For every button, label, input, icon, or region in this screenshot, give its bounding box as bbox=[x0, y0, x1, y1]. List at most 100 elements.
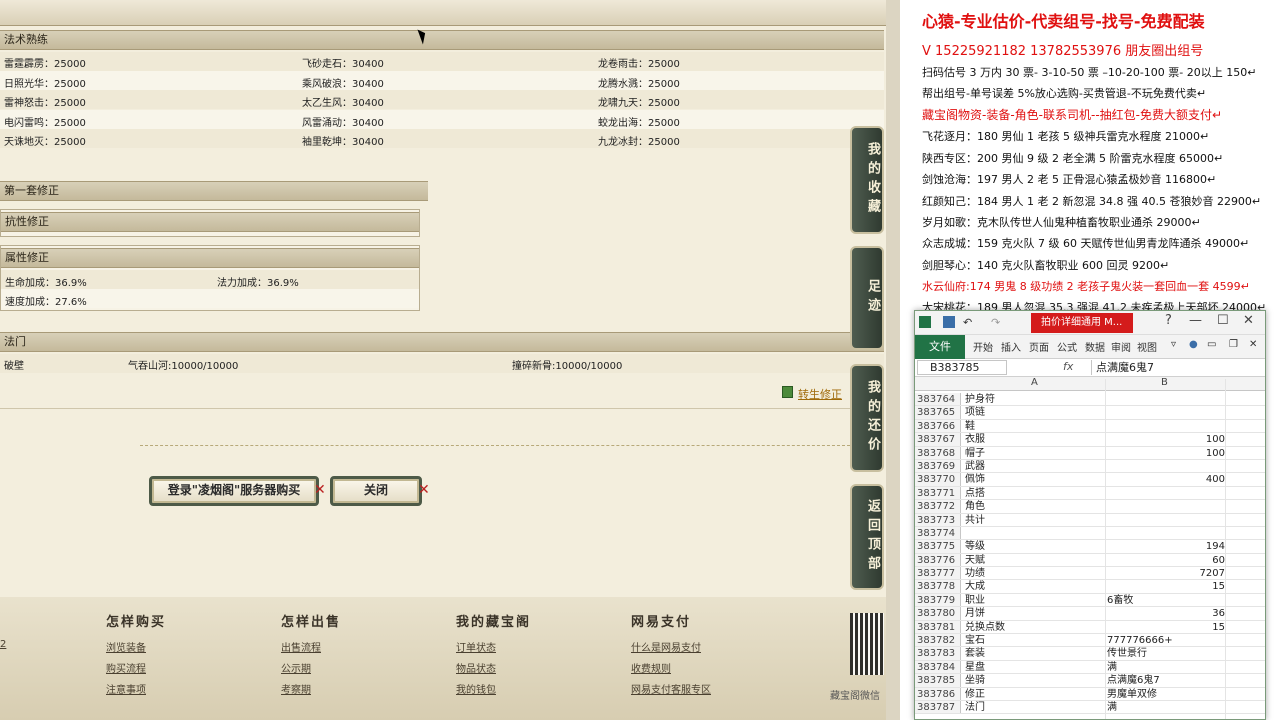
cell-a[interactable]: 鞋 bbox=[965, 420, 1105, 433]
row-number[interactable]: 383778 bbox=[915, 580, 961, 593]
ribbon-minimize-icon[interactable]: ▭ bbox=[1207, 339, 1216, 350]
row-number[interactable]: 383770 bbox=[915, 473, 961, 486]
cell-a[interactable]: 星盘 bbox=[965, 661, 1105, 674]
cell-a[interactable]: 护身符 bbox=[965, 393, 1105, 406]
close-button[interactable]: 关闭 bbox=[330, 476, 422, 506]
footer-link[interactable]: 收费规则 bbox=[631, 660, 671, 675]
cell-a[interactable]: 功绩 bbox=[965, 567, 1105, 580]
row-number[interactable]: 383777 bbox=[915, 567, 961, 580]
cell-b[interactable]: 满 bbox=[1107, 661, 1225, 674]
row-number[interactable]: 383768 bbox=[915, 446, 961, 459]
cell-b[interactable]: 100 bbox=[1107, 447, 1225, 460]
footer-link[interactable]: 考察期 bbox=[281, 681, 311, 696]
row-number[interactable]: 383775 bbox=[915, 540, 961, 553]
row-number[interactable]: 383782 bbox=[915, 634, 961, 647]
cell-a[interactable]: 等级 bbox=[965, 540, 1105, 553]
cell-b[interactable]: 点满魔6鬼7 bbox=[1107, 674, 1225, 687]
cell-a[interactable]: 点搭 bbox=[965, 487, 1105, 500]
row-number[interactable]: 383765 bbox=[915, 406, 961, 419]
cell-a[interactable]: 兑换点数 bbox=[965, 621, 1105, 634]
tab-file[interactable]: 文件 bbox=[915, 335, 965, 359]
tab-insert[interactable]: 插入 bbox=[1001, 339, 1021, 354]
cell-a[interactable]: 共计 bbox=[965, 514, 1105, 527]
row-number[interactable]: 383774 bbox=[915, 526, 961, 540]
row-number[interactable]: 383773 bbox=[915, 513, 961, 526]
my-favorites-button[interactable]: 我的收藏 bbox=[850, 126, 884, 234]
row-number[interactable]: 383779 bbox=[915, 593, 961, 607]
chevron-down-icon[interactable]: ▿ bbox=[1171, 339, 1176, 350]
cell-a[interactable]: 角色 bbox=[965, 500, 1105, 513]
row-number[interactable]: 383772 bbox=[915, 500, 961, 513]
row-number[interactable]: 383771 bbox=[915, 486, 961, 500]
minimize-icon[interactable]: — bbox=[1189, 313, 1202, 328]
cell-b[interactable]: 6畜牧 bbox=[1107, 594, 1225, 607]
footer-link[interactable]: 注意事项 bbox=[106, 681, 146, 696]
cell-a[interactable]: 佩饰 bbox=[965, 473, 1105, 486]
cell-b[interactable]: 15 bbox=[1107, 621, 1225, 634]
row-number[interactable]: 383781 bbox=[915, 620, 961, 634]
cell-a[interactable]: 职业 bbox=[965, 594, 1105, 607]
footer-link[interactable]: 我的钱包 bbox=[456, 681, 496, 696]
rebirth-fix-link[interactable]: 转生修正 bbox=[798, 386, 842, 402]
cell-b[interactable]: 777776666+ bbox=[1107, 634, 1225, 647]
cell-a[interactable]: 大成 bbox=[965, 580, 1105, 593]
cell-b[interactable]: 100 bbox=[1107, 433, 1225, 446]
column-header-b[interactable]: B bbox=[1161, 377, 1168, 388]
row-number[interactable]: 383780 bbox=[915, 607, 961, 620]
footer-link[interactable]: 网易支付客服专区 bbox=[631, 681, 711, 696]
help-icon[interactable]: ? bbox=[1165, 313, 1172, 328]
tab-review[interactable]: 审阅 bbox=[1111, 339, 1131, 354]
cell-b[interactable]: 15 bbox=[1107, 580, 1225, 593]
help-circle-icon[interactable]: ● bbox=[1189, 339, 1198, 350]
cell-a[interactable]: 天赋 bbox=[965, 554, 1105, 567]
row-number[interactable]: 383785 bbox=[915, 674, 961, 687]
footer-link[interactable]: 购买流程 bbox=[106, 660, 146, 675]
row-number[interactable]: 383769 bbox=[915, 459, 961, 473]
cell-b[interactable]: 194 bbox=[1107, 540, 1225, 553]
footer-link[interactable]: 订单状态 bbox=[456, 639, 496, 654]
tab-formula[interactable]: 公式 bbox=[1057, 339, 1077, 354]
formula-input[interactable]: 点满魔6鬼7 bbox=[1091, 360, 1261, 375]
cell-a[interactable]: 修正 bbox=[965, 688, 1105, 701]
footer-link[interactable]: 2 bbox=[0, 639, 6, 650]
cell-a[interactable]: 武器 bbox=[965, 460, 1105, 473]
row-number[interactable]: 383787 bbox=[915, 700, 961, 714]
back-to-top-button[interactable]: 返回顶部 bbox=[850, 484, 884, 590]
row-number[interactable]: 383784 bbox=[915, 660, 961, 674]
row-number[interactable]: 383783 bbox=[915, 647, 961, 660]
footer-link[interactable]: 物品状态 bbox=[456, 660, 496, 675]
cell-a[interactable]: 月饼 bbox=[965, 607, 1105, 620]
maximize-icon[interactable]: ☐ bbox=[1217, 313, 1229, 328]
cell-a[interactable]: 坐骑 bbox=[965, 674, 1105, 687]
save-icon[interactable] bbox=[943, 316, 955, 328]
cell-a[interactable]: 套装 bbox=[965, 647, 1105, 660]
cell-b[interactable]: 7207 bbox=[1107, 567, 1225, 580]
column-header-a[interactable]: A bbox=[1031, 377, 1038, 388]
row-number[interactable]: 383766 bbox=[915, 419, 961, 433]
close-workbook-icon[interactable]: ✕ bbox=[1249, 339, 1257, 350]
footprint-button[interactable]: 足迹 bbox=[850, 246, 884, 350]
footer-link[interactable]: 出售流程 bbox=[281, 639, 321, 654]
row-number[interactable]: 383764 bbox=[915, 393, 961, 406]
my-bargain-button[interactable]: 我的还价 bbox=[850, 364, 884, 472]
cell-a[interactable]: 帽子 bbox=[965, 447, 1105, 460]
cell-b[interactable]: 传世景行 bbox=[1107, 647, 1225, 660]
close-icon[interactable]: ✕ bbox=[1243, 313, 1254, 328]
row-number[interactable]: 383776 bbox=[915, 553, 961, 567]
footer-link[interactable]: 什么是网易支付 bbox=[631, 639, 701, 654]
row-number[interactable]: 383786 bbox=[915, 687, 961, 700]
cell-a[interactable]: 项链 bbox=[965, 406, 1105, 419]
login-buy-button[interactable]: 登录"凌烟阁"服务器购买 bbox=[149, 476, 319, 506]
name-box[interactable]: B383785 bbox=[917, 360, 1007, 375]
footer-link[interactable]: 公示期 bbox=[281, 660, 311, 675]
cell-b[interactable]: 男魔单双修 bbox=[1107, 688, 1225, 701]
tab-data[interactable]: 数据 bbox=[1085, 339, 1105, 354]
tab-home[interactable]: 开始 bbox=[973, 339, 993, 354]
cell-b[interactable]: 60 bbox=[1107, 554, 1225, 567]
redo-icon[interactable]: ↷ bbox=[991, 316, 1003, 329]
undo-icon[interactable]: ↶ bbox=[963, 316, 975, 329]
tab-view[interactable]: 视图 bbox=[1137, 339, 1157, 354]
cell-b[interactable]: 400 bbox=[1107, 473, 1225, 486]
cell-b[interactable]: 36 bbox=[1107, 607, 1225, 620]
tab-page[interactable]: 页面 bbox=[1029, 339, 1049, 354]
